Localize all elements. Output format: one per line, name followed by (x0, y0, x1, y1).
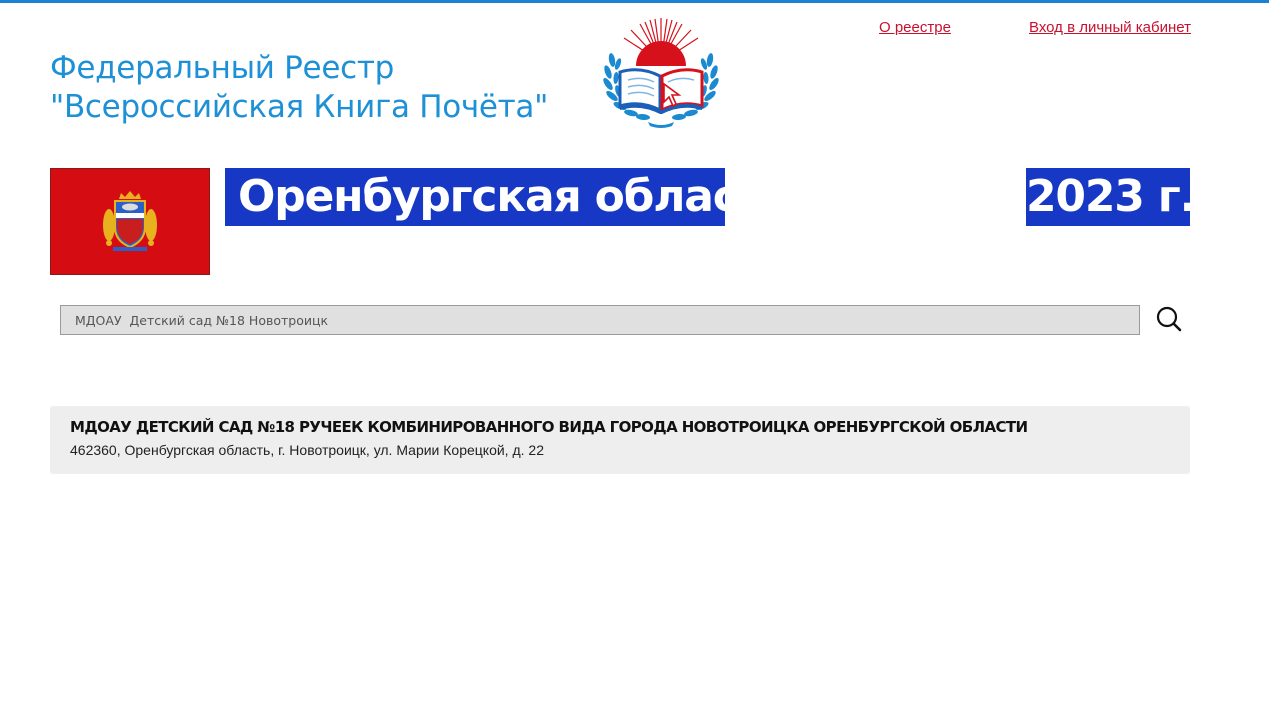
result-name: МДОАУ ДЕТСКИЙ САД №18 РУЧЕЕК КОМБИНИРОВА… (70, 418, 1028, 436)
search-icon (1156, 306, 1182, 332)
top-accent-bar (0, 0, 1269, 3)
region-name-banner: Оренбургская область (225, 168, 725, 226)
site-title-line2: "Всероссийская Книга Почёта" (50, 89, 549, 125)
site-title[interactable]: Федеральный Реестр "Всероссийская Книга … (50, 49, 548, 127)
site-title-line1: Федеральный Реестр (50, 50, 394, 86)
result-item[interactable]: МДОАУ ДЕТСКИЙ САД №18 РУЧЕЕК КОМБИНИРОВА… (50, 406, 1190, 474)
nav-about-link[interactable]: О реестре (879, 19, 951, 36)
search-input[interactable] (60, 305, 1140, 335)
coat-of-arms-icon (103, 191, 157, 251)
search-button[interactable] (1154, 304, 1184, 334)
result-address: 462360, Оренбургская область, г. Новотро… (70, 442, 544, 458)
year-banner: 2023 г. (1026, 168, 1190, 226)
nav-login-link[interactable]: Вход в личный кабинет (1029, 19, 1191, 36)
book-of-honor-logo-icon[interactable] (598, 16, 724, 130)
orenburg-flag-icon (50, 168, 210, 275)
